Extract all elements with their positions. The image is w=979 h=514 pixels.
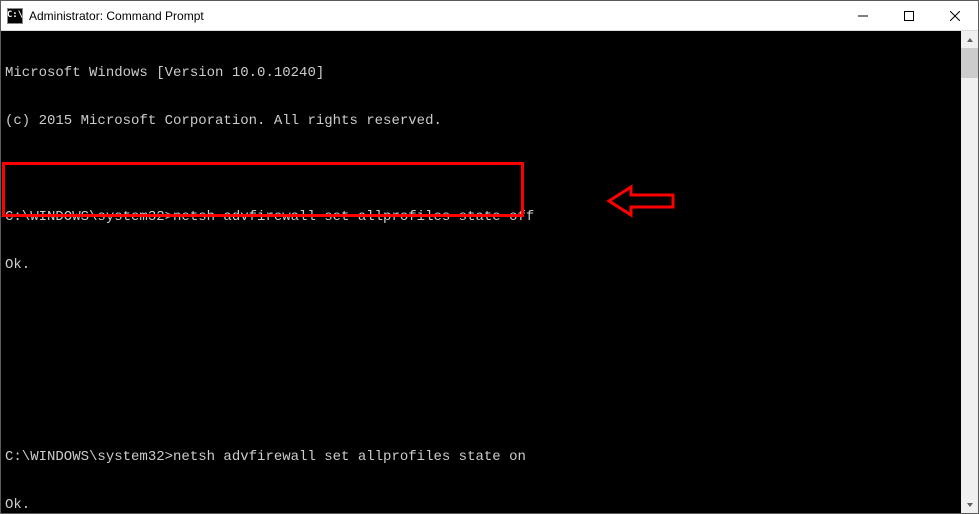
terminal-line: Microsoft Windows [Version 10.0.10240]: [5, 65, 961, 81]
terminal-line: C:\WINDOWS\system32>netsh advfirewall se…: [5, 209, 961, 225]
annotation-arrow-icon: [538, 167, 677, 240]
scrollbar-thumb[interactable]: [961, 48, 978, 78]
scrollbar-vertical[interactable]: [961, 31, 978, 513]
titlebar[interactable]: C:\ Administrator: Command Prompt: [1, 1, 978, 31]
terminal-line: Ok.: [5, 257, 961, 273]
terminal-line: Ok.: [5, 497, 961, 513]
window-title: Administrator: Command Prompt: [29, 9, 204, 23]
terminal-line: [5, 305, 961, 321]
titlebar-left: C:\ Administrator: Command Prompt: [7, 8, 204, 24]
scrollbar-track[interactable]: [961, 48, 978, 496]
cmd-icon: C:\: [7, 8, 23, 24]
close-button[interactable]: [932, 1, 978, 30]
window-controls: [840, 1, 978, 30]
minimize-button[interactable]: [840, 1, 886, 30]
cmd-window: C:\ Administrator: Command Prompt Micros…: [0, 0, 979, 514]
terminal-output[interactable]: Microsoft Windows [Version 10.0.10240] (…: [1, 31, 961, 513]
terminal-line: (c) 2015 Microsoft Corporation. All righ…: [5, 113, 961, 129]
scrollbar-up-button[interactable]: [961, 31, 978, 48]
terminal-line: [5, 353, 961, 369]
scrollbar-down-button[interactable]: [961, 496, 978, 513]
maximize-button[interactable]: [886, 1, 932, 30]
terminal-line: [5, 401, 961, 417]
terminal-line: C:\WINDOWS\system32>netsh advfirewall se…: [5, 449, 961, 465]
client-area: Microsoft Windows [Version 10.0.10240] (…: [1, 31, 978, 513]
terminal-line: [5, 161, 961, 177]
